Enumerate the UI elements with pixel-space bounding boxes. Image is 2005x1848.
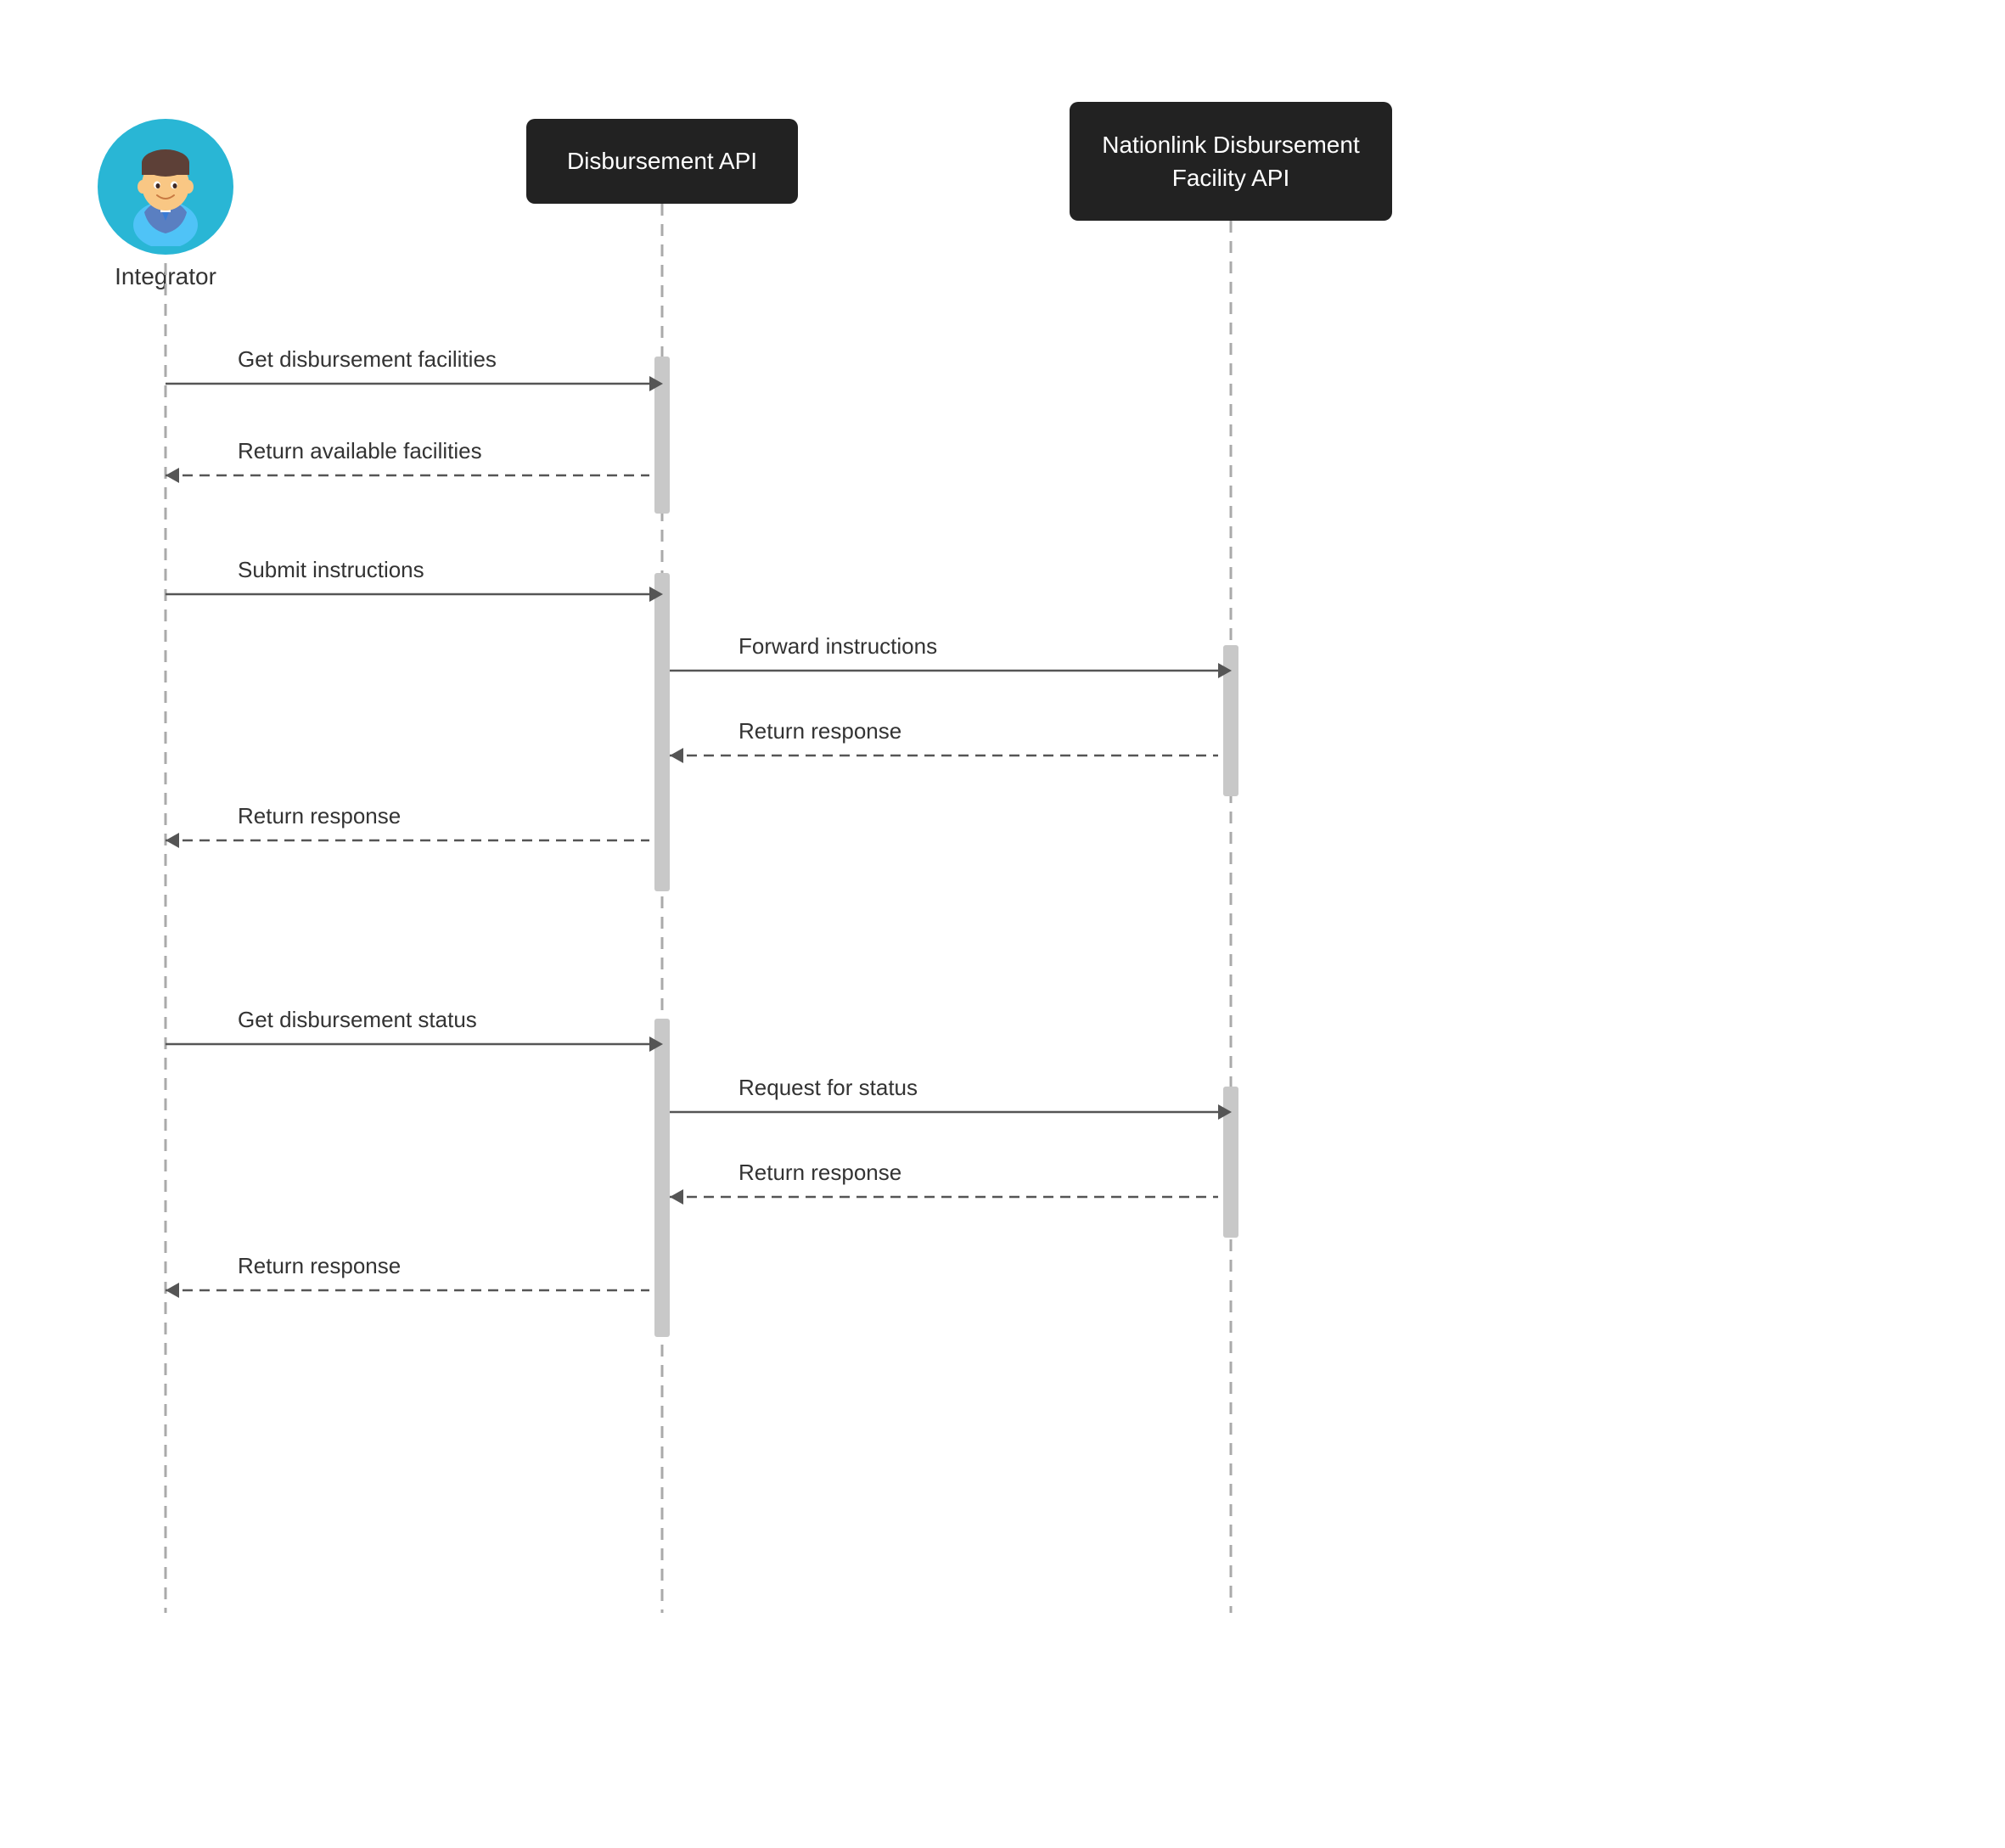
- msg6-label: Return response: [238, 803, 401, 829]
- msg3-label: Submit instructions: [238, 557, 424, 583]
- sequence-diagram: Integrator Disbursement API Nationlink D…: [0, 0, 2005, 1848]
- msg1-label: Get disbursement facilities: [238, 346, 497, 373]
- msg5-label: Return response: [739, 718, 901, 744]
- diagram-svg: [0, 0, 2005, 1848]
- msg10-label: Return response: [238, 1253, 401, 1279]
- msg9-label: Return response: [739, 1160, 901, 1186]
- msg4-label: Forward instructions: [739, 633, 937, 660]
- msg2-label: Return available facilities: [238, 438, 482, 464]
- msg8-label: Request for status: [739, 1075, 918, 1101]
- msg7-label: Get disbursement status: [238, 1007, 477, 1033]
